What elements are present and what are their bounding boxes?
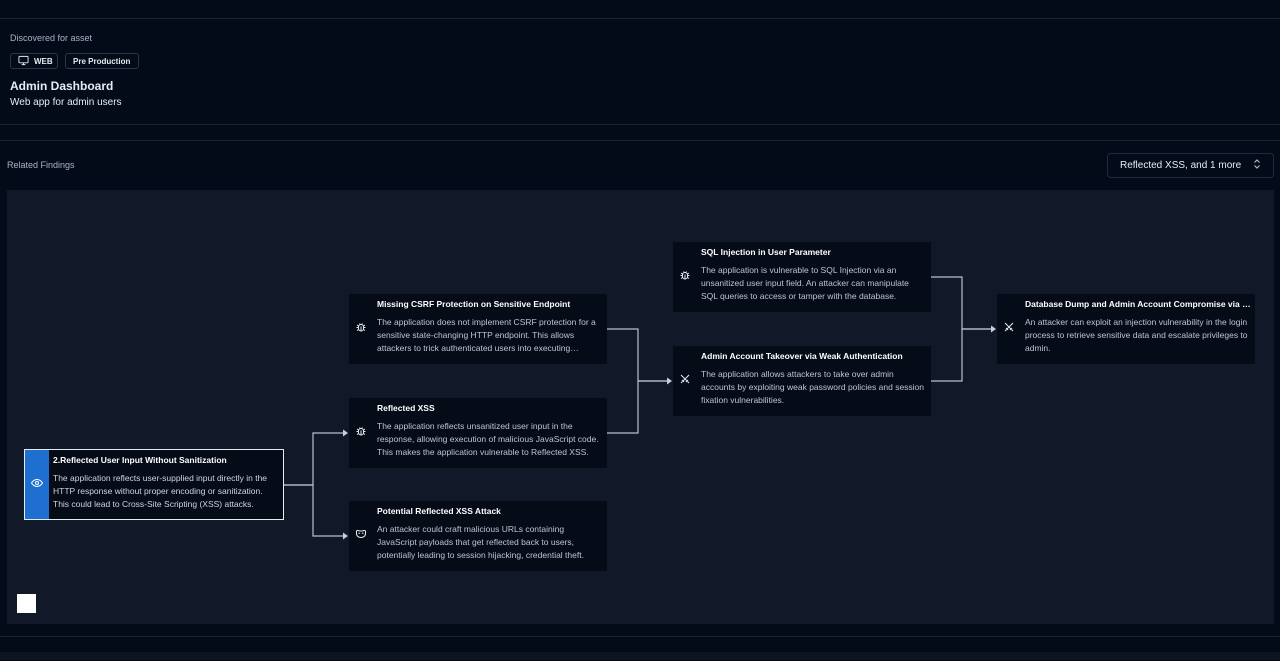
finding-node-description: An attacker can exploit an injection vul… [1025,317,1248,353]
environment-chip-label: Pre Production [73,56,131,66]
eye-icon [30,476,44,494]
finding-node-title: Potential Reflected XSS Attack [377,506,501,516]
finding-node-description: The application does not implement CSRF … [377,317,596,353]
finding-node-description: An attacker could craft malicious URLs c… [377,524,584,560]
finding-node-icon-cell [349,294,373,364]
bottom-bar [0,652,1280,660]
findings-filter-select[interactable]: Reflected XSS, and 1 more [1107,153,1274,178]
finding-node-icon-cell [673,346,697,416]
finding-node-title: Database Dump and Admin Account Compromi… [1025,299,1251,309]
graph-control-button[interactable] [17,594,36,613]
finding-node-icon-cell [25,450,49,519]
finding-node-description: The application reflects user-supplied i… [53,473,268,509]
finding-node-description: The application is vulnerable to SQL Inj… [701,265,909,301]
findings-graph-canvas[interactable] [7,190,1274,624]
asset-title: Admin Dashboard [10,79,114,93]
top-divider [0,0,1280,19]
finding-node-reflected-xss[interactable]: Reflected XSS The application reflects u… [349,398,607,468]
finding-node-csrf[interactable]: Missing CSRF Protection on Sensitive End… [349,294,607,364]
finding-node-description: The application reflects unsanitized use… [377,421,599,457]
finding-node-title: SQL Injection in User Parameter [701,247,831,257]
web-chip-label: WEB [34,56,53,66]
finding-node-icon-cell [349,501,373,571]
asset-subtitle: Web app for admin users [10,97,122,108]
finding-node-icon-cell [997,294,1021,364]
finding-node-root[interactable]: 2.Reflected User Input Without Sanitizat… [24,449,284,520]
findings-filter-value: Reflected XSS, and 1 more [1120,160,1242,171]
finding-node-title: 2.Reflected User Input Without Sanitizat… [53,455,227,465]
environment-chip: Pre Production [65,53,139,69]
related-findings-label: Related Findings [7,160,75,170]
bug-icon [679,268,691,286]
swords-icon [679,372,691,390]
finding-node-database-dump[interactable]: Database Dump and Admin Account Compromi… [997,294,1255,364]
finding-node-description: The application allows attackers to take… [701,369,925,405]
section-divider [0,140,1280,141]
asset-caption: Discovered for asset [10,33,93,43]
finding-node-icon-cell [349,398,373,468]
bug-icon [355,424,367,442]
web-chip: WEB [10,53,58,69]
finding-node-title: Reflected XSS [377,403,435,413]
finding-node-title: Admin Account Takeover via Weak Authenti… [701,351,903,361]
bug-icon [355,320,367,338]
finding-node-potential-xss[interactable]: Potential Reflected XSS Attack An attack… [349,501,607,571]
monitor-icon [18,55,29,68]
finding-node-title: Missing CSRF Protection on Sensitive End… [377,299,571,309]
mask-icon [355,527,367,545]
finding-node-icon-cell [673,242,697,312]
finding-node-account-takeover[interactable]: Admin Account Takeover via Weak Authenti… [673,346,931,416]
chevron-up-down-icon [1253,159,1261,172]
swords-icon [1003,320,1015,338]
finding-node-sql-injection[interactable]: SQL Injection in User Parameter The appl… [673,242,931,312]
asset-header: Discovered for asset WEB Pre Production … [0,19,1280,125]
